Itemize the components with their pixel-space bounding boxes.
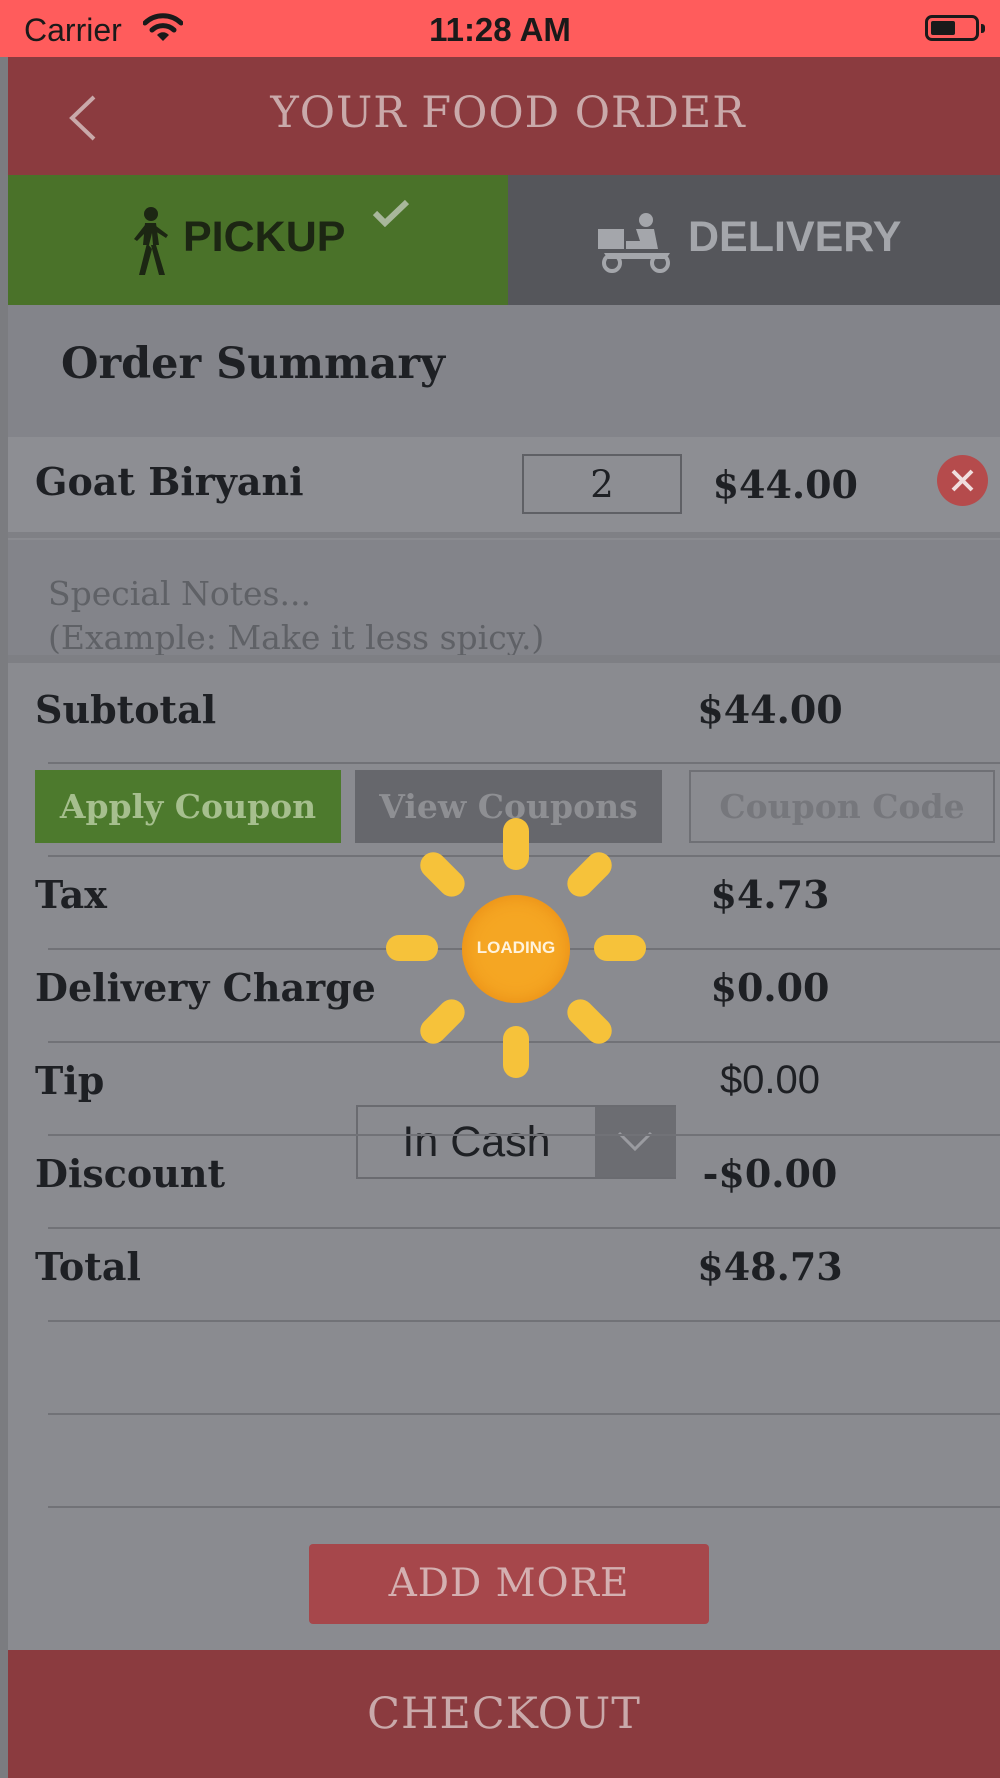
tip-select[interactable]: In Cash [356,1105,676,1179]
coupon-code-input[interactable]: Coupon Code [689,770,995,843]
left-edge [0,57,8,1778]
delivery-charge-value: $0.00 [710,965,830,1010]
loading-label: LOADING [476,938,556,957]
app-screen: YOUR FOOD ORDER PICKUP DELIVERY Order Su… [8,57,1000,1778]
notes-placeholder-line-2: (Example: Make it less spicy.) [48,618,545,657]
tax-label: Tax [35,872,107,917]
tab-delivery-label: DELIVERY [688,213,902,261]
remove-item-button[interactable] [937,455,988,506]
order-item-row: Goat Biryani 2 $44.00 [8,437,1000,538]
tip-select-value: In Cash [402,1118,551,1166]
order-type-tabs: PICKUP DELIVERY [8,175,1000,305]
order-summary-header: Order Summary [8,305,1000,437]
clock: 11:28 AM [429,11,571,48]
spinner-ray [594,935,646,961]
spinner-ray [414,993,471,1050]
order-summary-title: Order Summary [61,339,445,389]
tab-pickup-label: PICKUP [183,213,346,261]
spinner-ray [561,993,618,1050]
battery-icon [925,15,985,41]
divider [48,1413,1000,1415]
walking-person-icon [123,205,175,281]
spinner-ray [503,818,529,870]
tab-pickup[interactable]: PICKUP [8,175,508,305]
delivery-scooter-icon [596,211,676,277]
delivery-charge-label: Delivery Charge [35,965,376,1010]
divider [48,1227,1000,1229]
divider [48,1320,1000,1322]
discount-label: Discount [35,1151,226,1196]
total-label: Total [35,1244,141,1289]
page-title: YOUR FOOD ORDER [270,88,746,138]
tip-label: Tip [35,1058,105,1103]
tip-value: $0.00 [719,1058,821,1102]
total-value: $48.73 [697,1244,843,1289]
subtotal-label: Subtotal [35,687,217,732]
item-price: $44.00 [712,462,858,507]
chevron-down-icon [595,1107,676,1177]
spinner-ray [386,935,438,961]
loading-spinner: LOADING [381,814,651,1084]
tax-value: $4.73 [710,872,830,917]
quantity-field[interactable]: 2 [522,454,682,514]
subtotal-value: $44.00 [697,687,843,732]
apply-coupon-button[interactable]: Apply Coupon [35,770,341,843]
spinner-ray [561,846,618,903]
status-bar: Carrier 11:28 AM [0,0,1000,57]
divider [48,1506,1000,1508]
close-icon [951,469,974,492]
divider [48,762,1000,764]
checkmark-icon [372,199,410,231]
item-name: Goat Biryani [35,459,304,504]
discount-value: -$0.00 [702,1151,838,1196]
checkout-button[interactable]: CHECKOUT [8,1650,1000,1778]
loading-badge: LOADING [462,895,570,1003]
spinner-ray [503,1026,529,1078]
divider [48,1134,1000,1136]
add-more-button[interactable]: ADD MORE [309,1544,709,1624]
notes-placeholder-line-1: Special Notes... [48,574,311,613]
tab-delivery[interactable]: DELIVERY [508,175,1000,305]
spinner-ray [414,846,471,903]
header-bar: YOUR FOOD ORDER [8,57,1000,175]
special-notes-field[interactable]: Special Notes... (Example: Make it less … [8,540,1000,663]
